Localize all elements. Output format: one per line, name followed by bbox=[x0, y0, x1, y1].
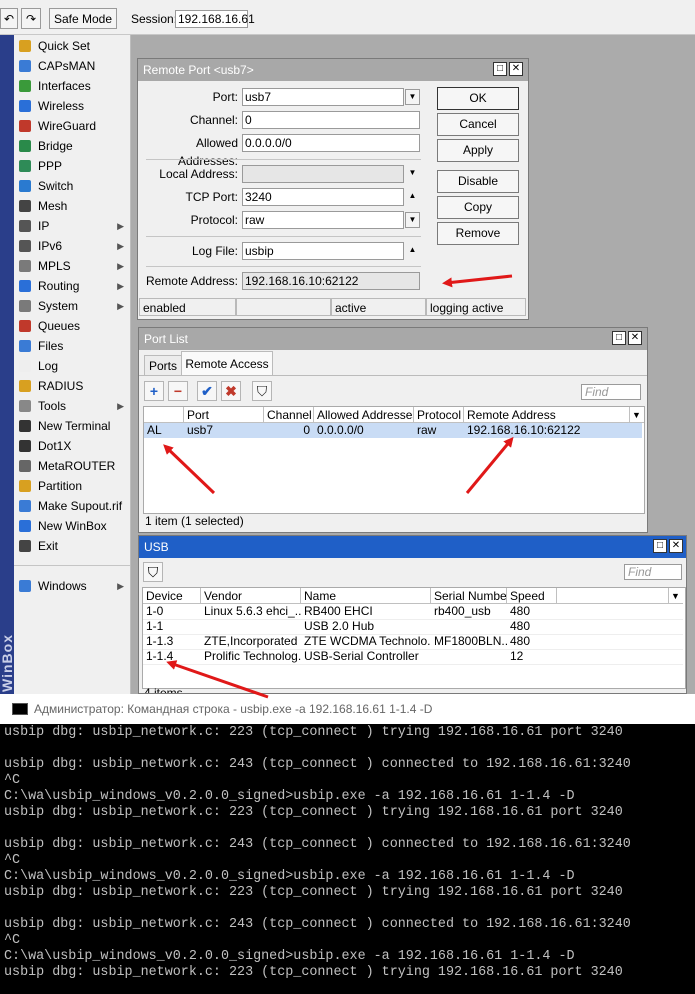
annotation-arrows bbox=[163, 274, 514, 699]
annotation-arrow-device bbox=[166, 660, 269, 699]
annotation-arrow-remote-address bbox=[442, 274, 513, 288]
annotation-arrow-flags bbox=[163, 444, 216, 495]
annotation-arrow-remote-column bbox=[465, 436, 514, 494]
